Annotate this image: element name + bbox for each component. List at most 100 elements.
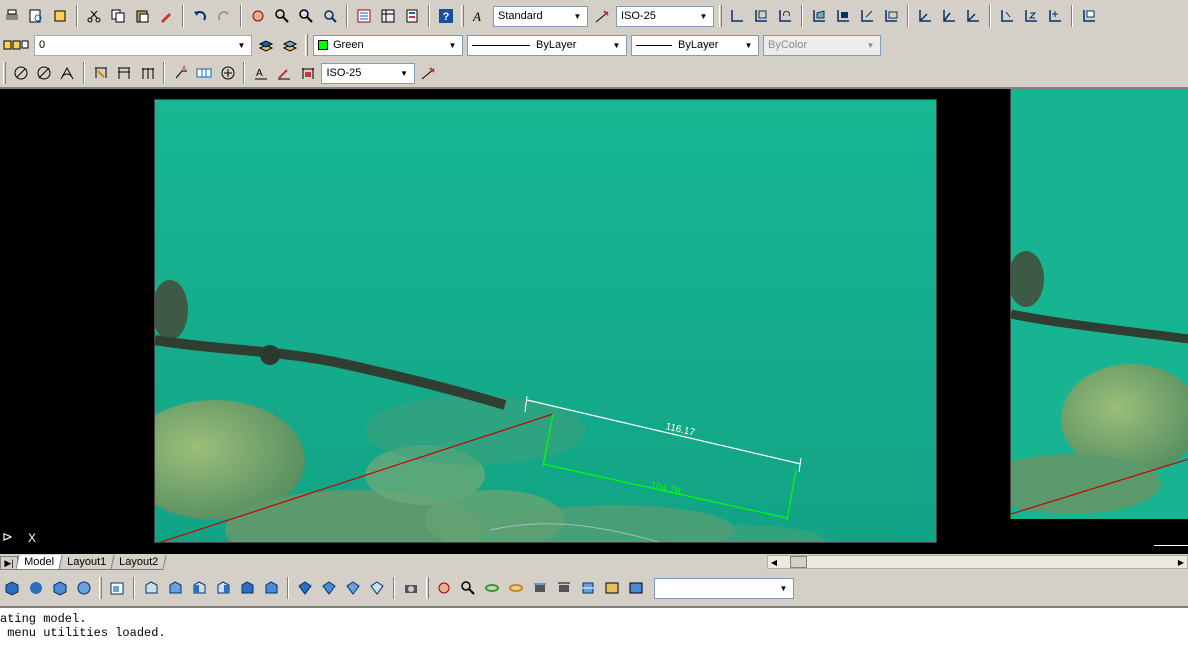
ucs-x-icon[interactable] <box>962 5 984 27</box>
bottom-view-icon[interactable] <box>164 577 186 599</box>
3d-pan-icon[interactable] <box>433 577 455 599</box>
3d-swivel-icon[interactable] <box>529 577 551 599</box>
dim-arc-icon[interactable] <box>10 62 31 84</box>
sw-iso-icon[interactable] <box>294 577 316 599</box>
ucs-y-icon[interactable] <box>996 5 1018 27</box>
ucs-world-icon[interactable] <box>750 5 772 27</box>
layer-state-icon[interactable] <box>1 34 31 56</box>
toolbar-grip[interactable] <box>3 62 6 84</box>
tab-layout1[interactable]: Layout1 <box>58 555 115 570</box>
tab-layout2[interactable]: Layout2 <box>110 555 167 570</box>
publish-icon[interactable] <box>49 5 71 27</box>
linetype-select[interactable]: ByLayer ▼ <box>467 34 627 56</box>
ucs-object-icon[interactable] <box>832 5 854 27</box>
toolbar-grip[interactable] <box>305 34 308 56</box>
plot-icon[interactable] <box>1 5 23 27</box>
copy-icon[interactable] <box>107 5 129 27</box>
color-select[interactable]: Green ▼ <box>313 34 463 56</box>
back-view-icon[interactable] <box>260 577 282 599</box>
plot-preview-icon[interactable] <box>25 5 47 27</box>
toolbar-grip[interactable] <box>719 5 722 27</box>
ucs-manager-icon[interactable] <box>1078 5 1100 27</box>
match-properties-icon[interactable] <box>155 5 177 27</box>
view-select[interactable]: ▼ <box>654 577 794 599</box>
dim-style-manager-icon[interactable] <box>418 62 439 84</box>
ucs-apply-icon[interactable] <box>1044 5 1066 27</box>
design-center-icon[interactable] <box>377 5 399 27</box>
ucs-view-icon[interactable] <box>856 5 878 27</box>
tab-model[interactable]: Model <box>15 555 63 570</box>
toolbar-grip[interactable] <box>99 577 102 599</box>
side-viewport[interactable] <box>1010 89 1188 519</box>
make-object-layer-current-icon[interactable] <box>255 34 277 56</box>
dim-diameter-icon[interactable] <box>33 62 54 84</box>
hidden-icon[interactable] <box>49 577 71 599</box>
3d-orbit-icon[interactable] <box>481 577 503 599</box>
dim-baseline-icon[interactable] <box>113 62 134 84</box>
layer-previous-icon[interactable] <box>279 34 301 56</box>
dim-edit-icon[interactable]: A <box>250 62 271 84</box>
horizontal-scrollbar[interactable]: ◀ ▶ <box>767 555 1188 569</box>
text-style-icon[interactable]: A <box>468 5 490 27</box>
3d-back-clip-icon[interactable] <box>625 577 647 599</box>
zoom-previous-icon[interactable] <box>319 5 341 27</box>
dim-style-select[interactable]: ISO-25 ▼ <box>616 5 714 27</box>
command-line[interactable]: ating model. menu utilities loaded. <box>0 606 1188 646</box>
3d-front-clip-icon[interactable] <box>601 577 623 599</box>
scroll-left-icon[interactable]: ◀ <box>768 556 780 568</box>
scroll-right-icon[interactable]: ▶ <box>1175 556 1187 568</box>
tool-palettes-icon[interactable] <box>401 5 423 27</box>
text-style-select[interactable]: Standard ▼ <box>493 5 588 27</box>
ucs-origin-icon[interactable] <box>880 5 902 27</box>
leader-icon[interactable]: A <box>170 62 191 84</box>
zoom-realtime-icon[interactable] <box>271 5 293 27</box>
redo-icon[interactable] <box>213 5 235 27</box>
3d-zoom-icon[interactable] <box>457 577 479 599</box>
named-views-icon[interactable] <box>106 577 128 599</box>
toolbar-grip[interactable] <box>426 577 429 599</box>
gouraud-shaded-icon[interactable] <box>25 577 47 599</box>
tab-model-label: Model <box>24 556 55 568</box>
scroll-thumb[interactable] <box>790 556 807 568</box>
layer-select[interactable]: 0 ▼ <box>34 34 252 56</box>
dim-update-icon[interactable] <box>297 62 318 84</box>
undo-icon[interactable] <box>189 5 211 27</box>
drawing-area[interactable]: 116.17 104.78 ⊳ X <box>0 87 1188 554</box>
ucs-3point-icon[interactable] <box>938 5 960 27</box>
dim-text-edit-icon[interactable] <box>274 62 295 84</box>
ucs-zaxis-icon[interactable] <box>914 5 936 27</box>
ucs-z-icon[interactable] <box>1020 5 1042 27</box>
top-view-icon[interactable] <box>140 577 162 599</box>
main-viewport[interactable]: 116.17 104.78 <box>154 99 937 543</box>
right-view-icon[interactable] <box>212 577 234 599</box>
ucs-previous-icon[interactable] <box>774 5 796 27</box>
lineweight-select[interactable]: ByLayer ▼ <box>631 34 759 56</box>
dim-toolbar-style-select[interactable]: ISO-25 ▼ <box>321 62 415 84</box>
front-view-icon[interactable] <box>236 577 258 599</box>
help-icon[interactable]: ? <box>435 5 457 27</box>
zoom-window-icon[interactable] <box>295 5 317 27</box>
center-mark-icon[interactable] <box>217 62 238 84</box>
3d-adjust-clip-icon[interactable] <box>577 577 599 599</box>
ucs-face-icon[interactable] <box>808 5 830 27</box>
pan-icon[interactable] <box>247 5 269 27</box>
quick-dim-icon[interactable] <box>90 62 111 84</box>
3d-continuous-orbit-icon[interactable] <box>505 577 527 599</box>
3d-adjust-distance-icon[interactable] <box>553 577 575 599</box>
cut-icon[interactable] <box>83 5 105 27</box>
left-view-icon[interactable] <box>188 577 210 599</box>
toolbar-grip[interactable] <box>461 5 464 27</box>
dim-angular-icon[interactable] <box>57 62 78 84</box>
se-iso-icon[interactable] <box>318 577 340 599</box>
flat-shaded-icon[interactable] <box>1 577 23 599</box>
nw-iso-icon[interactable] <box>366 577 388 599</box>
properties-icon[interactable] <box>353 5 375 27</box>
paste-icon[interactable] <box>131 5 153 27</box>
render-icon[interactable] <box>73 577 95 599</box>
camera-icon[interactable] <box>400 577 422 599</box>
dim-style-icon[interactable] <box>591 5 613 27</box>
tolerance-icon[interactable] <box>194 62 215 84</box>
ne-iso-icon[interactable] <box>342 577 364 599</box>
ucs-icon[interactable] <box>726 5 748 27</box>
dim-continue-icon[interactable] <box>137 62 158 84</box>
